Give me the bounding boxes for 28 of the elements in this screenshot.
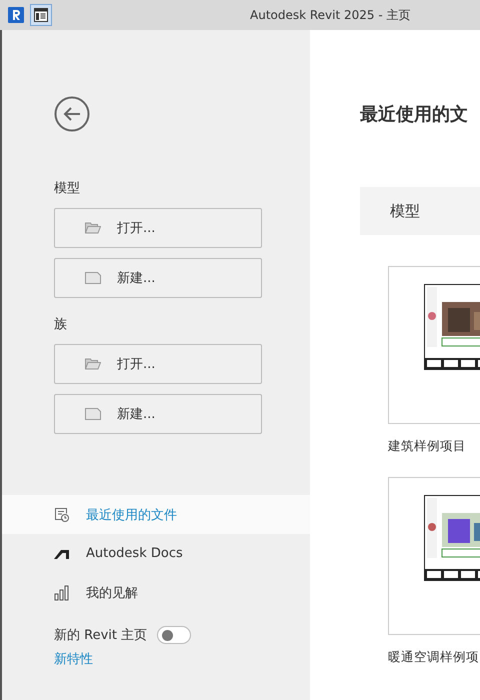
toggle-label: 新的 Revit 主页 <box>54 627 148 644</box>
back-icon[interactable] <box>54 96 90 132</box>
open-button[interactable]: 打开... <box>54 344 262 384</box>
window-title: Autodesk Revit 2025 - 主页 <box>250 7 411 24</box>
file-clock-icon <box>54 506 70 522</box>
new-button[interactable]: 新建... <box>54 258 262 298</box>
file-card[interactable] <box>388 477 480 635</box>
document-icon <box>85 408 101 420</box>
nav-item[interactable]: Autodesk Docs <box>2 534 310 573</box>
section-label: 族 <box>54 317 67 333</box>
file-name: 暖通空调样例项 <box>388 649 479 666</box>
folder-icon <box>85 222 101 234</box>
file-name: 建筑样例项目 <box>388 438 466 455</box>
section-label: 模型 <box>54 181 80 197</box>
document-icon <box>85 272 101 284</box>
new-button[interactable]: 新建... <box>54 394 262 434</box>
page-heading: 最近使用的文 <box>360 103 469 127</box>
open-button[interactable]: 打开... <box>54 208 262 248</box>
panel-icon[interactable] <box>30 4 52 26</box>
folder-icon <box>85 358 101 370</box>
bar-chart-icon <box>54 584 70 600</box>
docs-logo-icon <box>54 548 70 558</box>
toggle-switch[interactable] <box>157 626 192 644</box>
nav-item[interactable]: 最近使用的文件 <box>2 495 310 534</box>
tab-header[interactable]: 模型 <box>360 187 480 235</box>
nav-item[interactable]: 我的见解 <box>2 573 310 612</box>
file-card[interactable] <box>388 266 480 424</box>
app-logo-icon[interactable] <box>8 7 24 23</box>
